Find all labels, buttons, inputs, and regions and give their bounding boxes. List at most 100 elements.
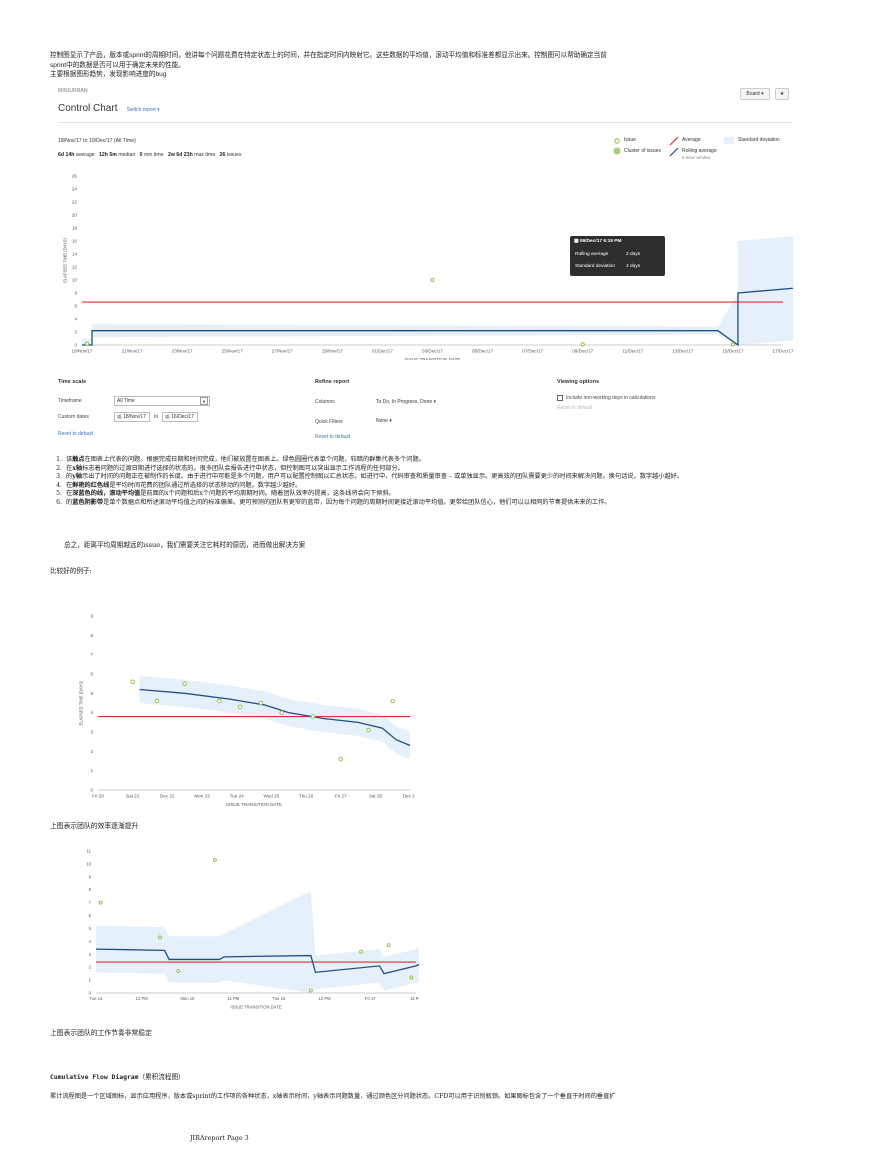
y-tick-label: 4 [90,710,93,715]
y-tick-label: 5 [89,926,92,931]
cfd-description: 累计流程图是一个区域图标，显示应用程序，版本或sprint的工作项的各种状态，x… [50,1093,616,1100]
issue-point [158,935,162,940]
x-tick-label: Sat 28 [369,794,383,799]
tooltip-std-label: Standard deviation [575,264,616,269]
x-tick-label: 12 PM [319,996,332,1001]
y-tick-label: 3 [89,952,92,957]
time-scale-heading: Time scale [58,379,87,385]
x-tick-label: 15/Dec/17 [722,349,743,354]
viewing-reset-link[interactable]: Reset to default [557,405,592,411]
legend-stddev: Standard deviation [738,137,780,143]
issue-legend-icon [614,138,620,144]
cfd-heading: Cumulative Flow Diagram（累积流程图） [50,1064,185,1083]
x-tick-label: Fri 17 [365,996,376,1001]
refine-reset-link[interactable]: Reset to default [315,434,350,440]
non-working-days-checkbox[interactable] [557,395,563,401]
x-tick-label: Sat 21 [126,794,140,799]
y-tick-label: 0 [89,991,92,996]
issue-point [310,714,316,719]
timeframe-value: All Time [117,398,135,404]
x-axis-title: ISSUE TRANSITION DATE [226,802,282,807]
summary-text: 总之，距离平均周期越远的issue，我们需要关注它耗时的原因，进而做出解决方案 [64,541,306,549]
time-scale-reset-link[interactable]: Reset to default [58,431,93,437]
stat-min-value: 0 [139,152,143,158]
project-name: MINIURBAN [58,88,88,94]
y-tick-label: 7 [89,900,92,905]
stat-issues-label: issues [226,152,242,158]
y-tick-label: 6 [74,304,77,309]
summary-stats: 6d 14h average 12h 5m median 0 min time … [58,152,242,158]
issue-point [98,900,103,905]
x-tick-label: Fri 20 [92,794,104,799]
to-date-input[interactable]: ▦ 16/Dec/17 [162,412,198,422]
example-chart-1: 0 1 2 3 4 5 6 7 8 9 Fri 20 Sat 21 Dec 22 Mon 23 Tue 24… [78,614,415,808]
tooltip-date-text: 09/Dec/17 6:19 PM [579,239,622,244]
columns-label: Columns [315,399,335,405]
issue-point [130,679,135,684]
note-keyword: x轴 [72,464,83,472]
y-tick-label: 8 [89,887,92,892]
x-tick-label: 09/Dec/17 [572,349,593,354]
x-tick-label: Tue 16 [272,996,286,1001]
quick-filters-dropdown[interactable]: None ▾ [376,418,392,424]
issue-point [258,700,264,706]
good-example-label: 比较好的例子: [50,567,92,575]
columns-dropdown[interactable]: To Do, In Progress, Done ▾ [376,399,436,405]
chart-tooltip: ▦ 09/Dec/17 6:19 PM Rolling average 2 da… [570,236,665,276]
switch-report-link[interactable]: Switch report ▾ [127,107,160,113]
issue-point [386,943,391,948]
y-tick-label: 24 [72,187,78,192]
y-tick-label: 4 [89,939,92,944]
note-keyword: 蓝色阴影带 [72,498,104,506]
y-tick-label: 2 [89,965,92,970]
tooltip-date: ▦ 09/Dec/17 6:19 PM [574,239,622,244]
stat-min-label: min time [144,152,164,158]
issue-point [366,727,371,733]
board-button[interactable]: Board ▾ [740,88,770,100]
note-text: 是平均时间花费的团队通过所选择的状态移动的问题。数字越少越好。 [109,481,302,489]
y-tick-label: 1 [89,978,92,983]
x-axis-title: ISSUE TRANSITION DATE [230,1004,281,1009]
x-tick-label: 17/Dec/17 [773,349,793,354]
stat-issues-value: 26 [219,152,226,158]
y-tick-label: 2 [90,749,93,754]
viewing-options-heading: Viewing options [557,379,600,385]
x-tick-label: 12 PM [227,996,240,1001]
example-chart-2: 0 1 2 3 4 5 6 7 8 9 10 11 Tue 14 12 PM Mon 15 12 PM Tue … [86,849,419,1009]
issue-point [338,756,343,762]
to-label: to [154,414,159,420]
x-tick-label: 25/Nov/17 [222,349,243,354]
note-keyword: y轴 [72,473,82,481]
x-tick-label: 03/Dec/17 [422,349,443,354]
rolling-legend-icon [669,147,679,157]
star-button[interactable]: ★ [775,88,789,100]
quick-filters-label: Quick Filters [315,419,343,425]
stddev-legend-swatch [724,137,734,144]
y-tick-label: 5 [90,691,93,696]
note-text: 标志着问题的过渡日期进行选择的状态的。很多团队会报告进行中状态，但控制图可以突出… [82,464,404,472]
average-legend-icon [669,136,679,146]
x-tick-label: 23/Nov/17 [172,349,193,354]
from-date-value: 18/Nov/17 [123,414,146,420]
page-footer: JIRAreport Page 3 [190,1134,249,1142]
x-tick-label: 01/Dec/17 [372,349,393,354]
std-deviation-band [139,675,410,760]
intro-line-2: sprint中的数据是否可以用于确定未来的性能。 [50,61,185,69]
y-tick-label: 9 [89,874,92,879]
timeframe-select[interactable]: All Time ▼ [114,396,210,406]
legend-rolling-window: 5 issue window [682,155,711,160]
stat-median-value: 12h 5m [98,152,117,158]
y-tick-label: 20 [72,213,78,218]
issue-point [730,342,735,347]
from-date-input[interactable]: ▦ 18/Nov/17 [114,412,150,422]
x-tick-label: Thu 26 [299,794,314,799]
x-tick-label: Dec 22 [160,794,175,799]
list-item: 在深蓝色的线，滚动平均值是前面的x个问题和后x个问题的平均周期时间。随着团队效率… [64,490,764,499]
intro-line-1: 控制图显示了产品，版本或sprint的周期时间，他讲每个问题花费在特定状态上的时… [50,52,607,59]
x-tick-label: Tue 14 [90,996,104,1001]
calendar-icon: ▦ [165,414,170,420]
chart-legend: Issue Cluster of issues Average Rolling … [613,136,803,170]
x-tick-label: 07/Dec/17 [522,349,543,354]
control-chart-header: MINIURBAN Control Chart Switch report ▾ … [58,88,793,123]
legend-cluster: Cluster of issues [624,148,661,154]
